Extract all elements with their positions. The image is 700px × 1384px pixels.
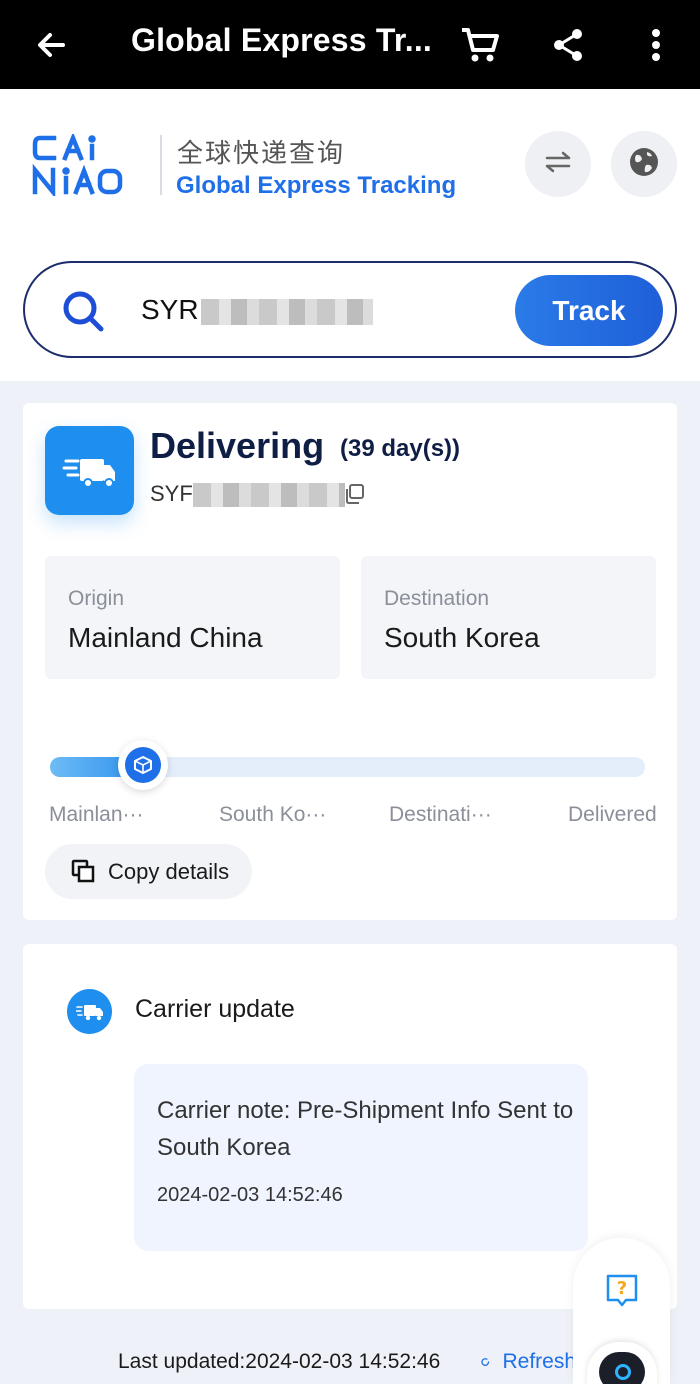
- globe-button[interactable]: [611, 131, 677, 197]
- svg-text:?: ?: [617, 1278, 627, 1299]
- carrier-update-card: Carrier update Carrier note: Pre-Shipmen…: [23, 944, 677, 1309]
- carrier-update-title: Carrier update: [135, 995, 295, 1023]
- delivery-van-icon: [45, 426, 134, 515]
- back-arrow-icon[interactable]: [19, 0, 83, 89]
- carrier-note-box: Carrier note: Pre-Shipment Info Sent to …: [134, 1064, 588, 1251]
- shipment-status-card: Delivering (39 day(s)) SYF Origin Mainla…: [23, 403, 677, 920]
- truck-icon: [67, 989, 112, 1034]
- copy-details-label: Copy details: [108, 859, 230, 884]
- origin-box: Origin Mainland China: [45, 556, 340, 679]
- redacted-tracking-number: [192, 483, 345, 508]
- cart-icon[interactable]: [448, 0, 512, 89]
- assistant-robot-icon[interactable]: [587, 1342, 657, 1384]
- stage-label-destination: Destinati···: [389, 803, 492, 826]
- search-bar: SYR Track: [23, 261, 677, 358]
- share-icon[interactable]: [536, 0, 600, 89]
- stage-label-origin: Mainlan···: [49, 803, 144, 826]
- shipment-status: Delivering: [150, 425, 325, 466]
- copy-icon: [71, 859, 95, 883]
- app-bar: Global Express Tr...: [0, 0, 700, 89]
- header-cn-title: 全球快递查询: [177, 139, 346, 169]
- destination-label: Destination: [384, 587, 490, 610]
- redacted-tracking-number: [200, 298, 373, 325]
- search-icon: [63, 291, 104, 332]
- swap-button[interactable]: [525, 131, 591, 197]
- carrier-note-timestamp: 2024-02-03 14:52:46: [157, 1184, 343, 1206]
- robot-eye: [615, 1364, 631, 1380]
- copy-details-button[interactable]: Copy details: [45, 844, 252, 899]
- track-button[interactable]: Track: [515, 275, 663, 346]
- progress-knob: [118, 740, 168, 790]
- destination-box: Destination South Korea: [361, 556, 656, 679]
- last-updated-text: Last updated:2024-02-03 14:52:46: [118, 1350, 441, 1373]
- tracking-number-visible: SYF: [150, 481, 193, 506]
- transit-days: (39 day(s)): [340, 435, 461, 462]
- refresh-button[interactable]: Refresh: [480, 1350, 576, 1374]
- help-question-icon: ?: [606, 1274, 638, 1307]
- origin-label: Origin: [68, 587, 125, 610]
- header-en-title: Global Express Tracking: [176, 172, 457, 199]
- globe-icon: [628, 146, 660, 183]
- refresh-label: Refresh: [502, 1350, 576, 1373]
- search-input-value: SYR: [141, 294, 199, 325]
- package-icon: [125, 747, 161, 783]
- cainiao-logo: [32, 131, 144, 199]
- refresh-icon: [481, 1358, 490, 1366]
- stage-label-delivered: Delivered: [568, 803, 657, 826]
- destination-value: South Korea: [384, 622, 540, 653]
- header: 全球快递查询 Global Express Tracking SYR Track: [0, 89, 700, 381]
- app-title: Global Express Tr...: [131, 22, 433, 58]
- search-input[interactable]: SYR: [141, 294, 373, 326]
- help-widget[interactable]: ?: [573, 1238, 670, 1384]
- origin-value: Mainland China: [68, 622, 263, 653]
- more-vert-icon[interactable]: [624, 0, 688, 89]
- tracking-number: SYF: [150, 481, 345, 508]
- swap-icon: [544, 151, 572, 178]
- stage-label-transit: South Ko···: [219, 803, 327, 826]
- carrier-note-text: Carrier note: Pre-Shipment Info Sent to …: [157, 1097, 574, 1161]
- copy-icon[interactable]: [343, 483, 365, 505]
- progress-track: [50, 740, 645, 790]
- logo-divider: [160, 135, 162, 195]
